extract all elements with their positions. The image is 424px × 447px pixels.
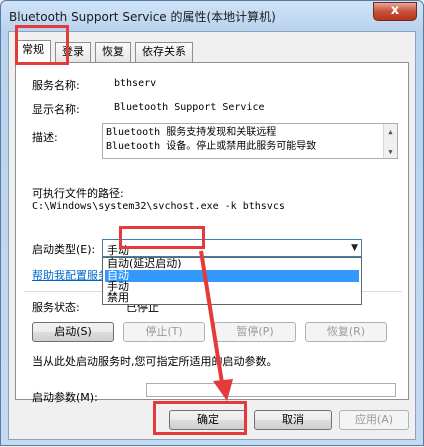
window-title: Bluetooth Support Service 的属性(本地计算机) [9, 10, 276, 24]
description-label: 描述: [32, 131, 58, 144]
service-name-value: bthserv [114, 78, 157, 89]
properties-window: Bluetooth Support Service 的属性(本地计算机) x 常… [0, 0, 424, 446]
service-status-label: 服务状态: [32, 301, 80, 314]
start-params-label: 启动参数(M): [32, 391, 98, 404]
dropdown-option-disabled[interactable]: 禁用 [105, 292, 359, 304]
scroll-up-icon[interactable]: ▲ [384, 125, 397, 137]
chevron-down-icon: ▼ [351, 243, 358, 253]
exe-path-label: 可执行文件的路径: [32, 187, 124, 200]
cancel-button[interactable]: 取消 [254, 410, 332, 430]
ok-highlight-box [153, 401, 247, 435]
display-name-value: Bluetooth Support Service [114, 102, 265, 113]
dialog-client: 常规 登录 恢复 依存关系 服务名称: bthserv 显示名称: Blueto… [8, 31, 416, 440]
startup-type-label: 启动类型(E): [32, 243, 96, 256]
display-name-label: 显示名称: [32, 103, 80, 116]
stop-button[interactable]: 停止(T) [123, 322, 205, 342]
exe-path-value: C:\Windows\system32\svchost.exe -k bthsv… [32, 201, 285, 212]
option-highlight-box [119, 226, 205, 249]
general-panel: 服务名称: bthserv 显示名称: Bluetooth Support Se… [15, 62, 409, 404]
startup-type-dropdown: 自动(延迟启动) 自动 手动 禁用 [102, 257, 362, 305]
description-line: Bluetooth 设备。停止或禁用此服务可能导致 [106, 141, 317, 152]
service-name-label: 服务名称: [32, 79, 80, 92]
start-button[interactable]: 启动(S) [32, 322, 114, 342]
close-icon: x [390, 3, 400, 18]
description-line: Bluetooth 服务支持发现和关联远程 [106, 127, 277, 138]
description-scrollbar[interactable]: ▲ ▼ [383, 124, 397, 158]
start-params-input[interactable] [146, 383, 396, 397]
description-textbox[interactable]: Bluetooth 服务支持发现和关联远程 Bluetooth 设备。停止或禁用… [102, 123, 398, 159]
dropdown-option-auto-delayed[interactable]: 自动(延迟启动) [105, 258, 359, 270]
pause-button[interactable]: 暂停(P) [214, 322, 296, 342]
apply-button[interactable]: 应用(A) [339, 410, 409, 430]
start-params-hint: 当从此处启动服务时,您可指定所适用的启动参数。 [32, 355, 278, 368]
close-button[interactable]: x [373, 2, 417, 21]
scroll-down-icon[interactable]: ▼ [384, 145, 397, 157]
tab-dependencies[interactable]: 依存关系 [135, 42, 193, 62]
tab-recovery[interactable]: 恢复 [95, 42, 131, 62]
resume-button[interactable]: 恢复(R) [305, 322, 387, 342]
tab-highlight-box [15, 25, 69, 65]
